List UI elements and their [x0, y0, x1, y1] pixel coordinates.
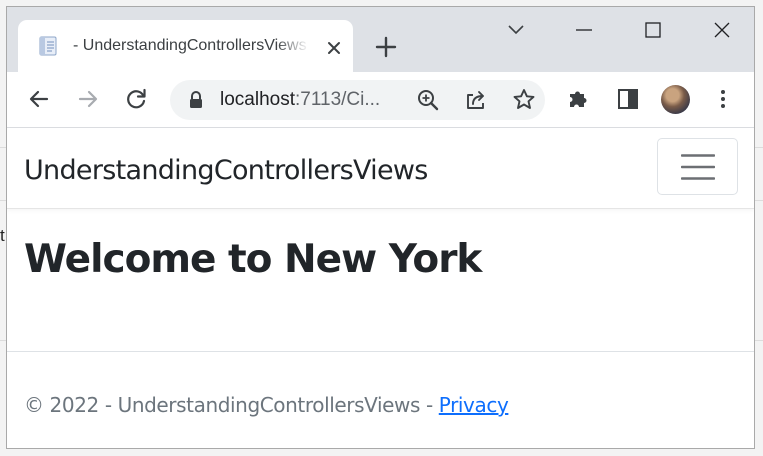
side-panel-icon[interactable]	[614, 85, 642, 113]
back-arrow-icon[interactable]	[25, 85, 53, 113]
page-title: Welcome to New York	[24, 237, 482, 282]
close-icon[interactable]	[702, 15, 742, 45]
privacy-link[interactable]: Privacy	[439, 393, 509, 417]
url-path: :7113/Ci...	[295, 89, 380, 110]
plus-icon[interactable]	[371, 32, 401, 62]
zoom-icon[interactable]	[414, 86, 442, 114]
site-footer: © 2022 - UnderstandingControllersViews -…	[24, 392, 509, 418]
star-icon[interactable]	[510, 86, 538, 114]
page-icon	[37, 35, 59, 57]
lock-icon[interactable]	[184, 88, 208, 112]
site-brand-link[interactable]: UnderstandingControllersViews	[24, 154, 428, 188]
browser-toolbar: localhost:7113/Ci...	[7, 72, 754, 128]
forward-arrow-icon[interactable]	[74, 85, 102, 113]
navbar-toggler-button[interactable]	[657, 138, 738, 195]
tab-strip: - UnderstandingControllersViews	[7, 7, 754, 72]
maximize-icon[interactable]	[633, 15, 673, 45]
chevron-down-icon[interactable]	[496, 15, 536, 45]
avatar[interactable]	[661, 85, 690, 114]
kebab-menu-icon[interactable]	[709, 85, 737, 113]
browser-window: - UnderstandingControllersViews localhos…	[6, 6, 755, 449]
reload-icon[interactable]	[122, 85, 150, 113]
puzzle-icon[interactable]	[565, 85, 593, 113]
address-bar[interactable]: localhost:7113/Ci...	[170, 80, 545, 120]
footer-divider	[7, 351, 754, 352]
close-icon[interactable]	[324, 38, 344, 58]
page-content: UnderstandingControllersViews Welcome to…	[7, 128, 754, 448]
tab-title: - UnderstandingControllersViews	[73, 37, 307, 54]
site-navbar: UnderstandingControllersViews	[7, 128, 754, 209]
url-text[interactable]: localhost:7113/Ci...	[220, 88, 380, 112]
browser-tab[interactable]: - UnderstandingControllersViews	[18, 20, 353, 72]
minimize-icon[interactable]	[564, 15, 604, 45]
share-icon[interactable]	[462, 86, 490, 114]
url-host: localhost	[220, 89, 295, 110]
hamburger-icon	[681, 153, 715, 181]
footer-text: © 2022 - UnderstandingControllersViews -	[24, 393, 439, 417]
